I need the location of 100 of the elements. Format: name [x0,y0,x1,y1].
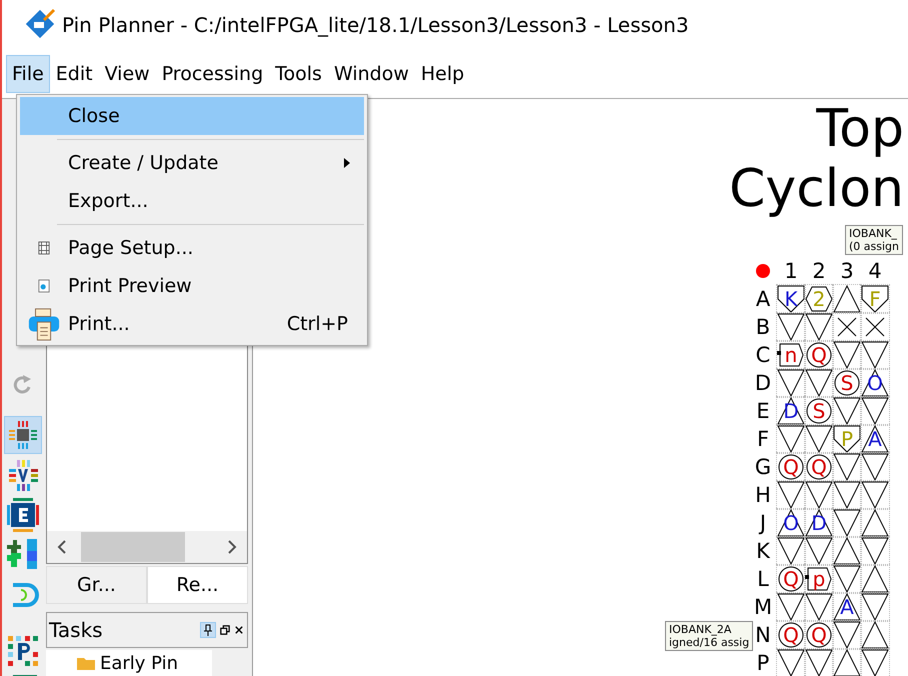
menu-item[interactable]: View [98,55,156,93]
pin-icon[interactable] [201,623,215,637]
pin-symbol[interactable] [833,565,861,593]
menu-entry[interactable]: Print Preview [20,267,364,305]
row-letter: H [754,482,772,509]
pin-symbol[interactable] [861,397,889,425]
pin-letter: Q [783,457,799,477]
panel-tab[interactable]: Gr... [46,566,147,604]
pin-symbol[interactable] [777,593,805,621]
pin-symbol[interactable] [777,397,805,425]
pin-symbol[interactable] [861,593,889,621]
pin-letter: O [783,513,799,533]
row-letter: G [754,454,772,481]
io-bank-label: IOBANK_2A igned/16 assig [665,621,754,651]
pin-symbol[interactable] [861,565,889,593]
menu-item[interactable]: Edit [50,55,99,93]
pin-symbol[interactable] [861,425,889,453]
row-letter: M [752,594,774,621]
pin-symbol[interactable] [833,593,861,621]
menu-item[interactable]: Tools [269,55,328,93]
pin-letter: S [812,401,826,421]
menu-entry[interactable]: Close [20,97,364,135]
pin-symbol[interactable] [777,369,805,397]
pin-letter: O [867,373,883,393]
pin-letter: Q [783,625,799,645]
pin-symbol[interactable] [833,621,861,649]
pin-letter: p [812,569,826,589]
pin-symbol[interactable] [777,509,805,537]
pin-symbol[interactable] [861,285,889,313]
pin-symbol[interactable] [833,425,861,453]
pin-letter: S [840,373,854,393]
pin-symbol[interactable] [861,453,889,481]
pin-symbol[interactable] [777,621,805,649]
menu-entry[interactable]: Export... [20,182,364,220]
pin-symbol[interactable] [861,649,889,676]
pin-symbol[interactable] [833,341,861,369]
pin-symbol[interactable] [805,369,833,397]
pin-symbol[interactable] [777,425,805,453]
column-number: 3 [839,258,855,285]
pin-symbol[interactable] [805,313,833,341]
chip-icon[interactable] [5,417,41,453]
pin-symbol[interactable] [805,565,833,593]
close-icon[interactable] [235,626,243,634]
tree-item[interactable]: Early Pin [46,650,212,676]
pin-symbol[interactable] [833,481,861,509]
pin-symbol[interactable] [805,425,833,453]
pin-symbol[interactable] [833,397,861,425]
pin-symbol[interactable] [777,649,805,676]
pin-symbol[interactable] [861,481,889,509]
pin-symbol[interactable] [805,453,833,481]
menu-item[interactable]: Processing [156,55,270,93]
tasks-title: Tasks [49,618,103,642]
pin-symbol[interactable] [833,509,861,537]
pin-symbol[interactable] [805,621,833,649]
pin-symbol[interactable] [777,313,805,341]
restore-icon[interactable] [220,625,230,635]
pin-symbol[interactable] [805,509,833,537]
pin-letter: P [840,429,854,449]
menu-entry[interactable]: Page Setup... [20,229,364,267]
editor-e-icon[interactable] [5,497,41,533]
pin-symbol[interactable] [861,621,889,649]
pin-symbol[interactable] [777,537,805,565]
pin-symbol[interactable] [805,649,833,676]
pin-symbol[interactable] [805,593,833,621]
pin-letter: A [840,597,854,617]
menu-entry[interactable]: Print... Ctrl+P [20,305,364,343]
shortcut-text: Ctrl+P [286,313,348,335]
menu-entry[interactable]: Create / Update [20,144,364,182]
pin-letter: Q [811,345,827,365]
row-letter: B [754,314,772,341]
pin-symbol[interactable] [805,397,833,425]
pin-symbol[interactable] [861,341,889,369]
pin-symbol[interactable] [805,481,833,509]
pin-symbol[interactable] [833,369,861,397]
pin-symbol[interactable] [777,481,805,509]
pin-symbol[interactable] [861,537,889,565]
panel-tab[interactable]: Re... [147,566,248,604]
pin-symbol[interactable] [833,285,861,313]
pin-symbol[interactable] [805,341,833,369]
pin-p-icon[interactable] [5,633,41,669]
horizontal-scrollbar[interactable] [46,531,248,564]
pin-symbol[interactable] [777,565,805,593]
pin-letter: 2 [812,289,826,309]
menu-item[interactable]: File [6,55,50,93]
pin-symbol[interactable] [861,509,889,537]
pin-symbol[interactable] [805,537,833,565]
pin-symbol[interactable] [777,341,805,369]
pin-symbol[interactable] [777,285,805,313]
pin-letter: D [811,513,827,533]
menu-item[interactable]: Help [414,55,470,93]
row-letter: E [755,398,771,425]
pin-symbol[interactable] [833,453,861,481]
pin-symbol[interactable] [777,453,805,481]
indicator-dot-icon [756,264,770,278]
menu-item[interactable]: Window [328,55,415,93]
pin-symbol[interactable] [805,285,833,313]
pin-symbol[interactable] [833,649,861,676]
pin-symbol[interactable] [833,537,861,565]
pin-symbol[interactable] [861,369,889,397]
row-letter: N [754,622,772,649]
